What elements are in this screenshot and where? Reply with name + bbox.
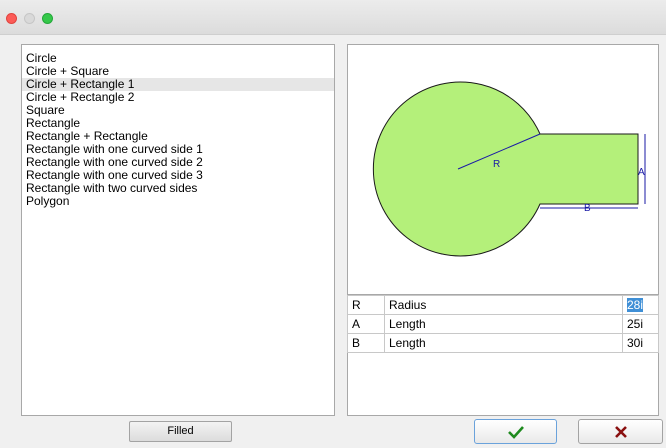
length-label: B: [584, 203, 591, 214]
parameter-table: R Radius 28i A Length 25i B Length 30i: [347, 294, 659, 416]
cancel-button[interactable]: [578, 419, 663, 444]
param-value-text: 28i: [627, 298, 644, 312]
param-name: Length: [384, 314, 623, 334]
maximize-window-button[interactable]: [42, 13, 53, 24]
table-row: A Length 25i: [347, 314, 659, 334]
shape-outline: [372, 81, 639, 257]
table-row: B Length 30i: [347, 333, 659, 353]
param-value-input[interactable]: 30i: [622, 333, 659, 353]
shape-preview: R A B: [347, 44, 659, 294]
height-label: A: [638, 167, 645, 178]
shape-type-list[interactable]: Circle Circle + Square Circle + Rectangl…: [21, 44, 335, 416]
param-key: B: [347, 333, 385, 353]
param-value-input[interactable]: 28i: [622, 295, 659, 315]
checkmark-icon: [507, 426, 524, 439]
minimize-window-button[interactable]: [24, 13, 35, 24]
ok-button[interactable]: [474, 419, 557, 444]
filled-button[interactable]: Filled: [129, 421, 232, 442]
list-item[interactable]: Circle + Rectangle 2: [22, 91, 334, 104]
close-window-button[interactable]: [6, 13, 17, 24]
param-name: Length: [384, 333, 623, 353]
param-value-input[interactable]: 25i: [622, 314, 659, 334]
table-row: R Radius 28i: [347, 295, 659, 315]
param-key: A: [347, 314, 385, 334]
title-bar: [0, 0, 666, 35]
list-item[interactable]: Polygon: [22, 195, 334, 208]
x-icon: [614, 426, 627, 438]
param-name: Radius: [384, 295, 623, 315]
shape-preview-drawing: R A B: [372, 81, 646, 257]
radius-label: R: [493, 159, 500, 170]
param-key: R: [347, 295, 385, 315]
